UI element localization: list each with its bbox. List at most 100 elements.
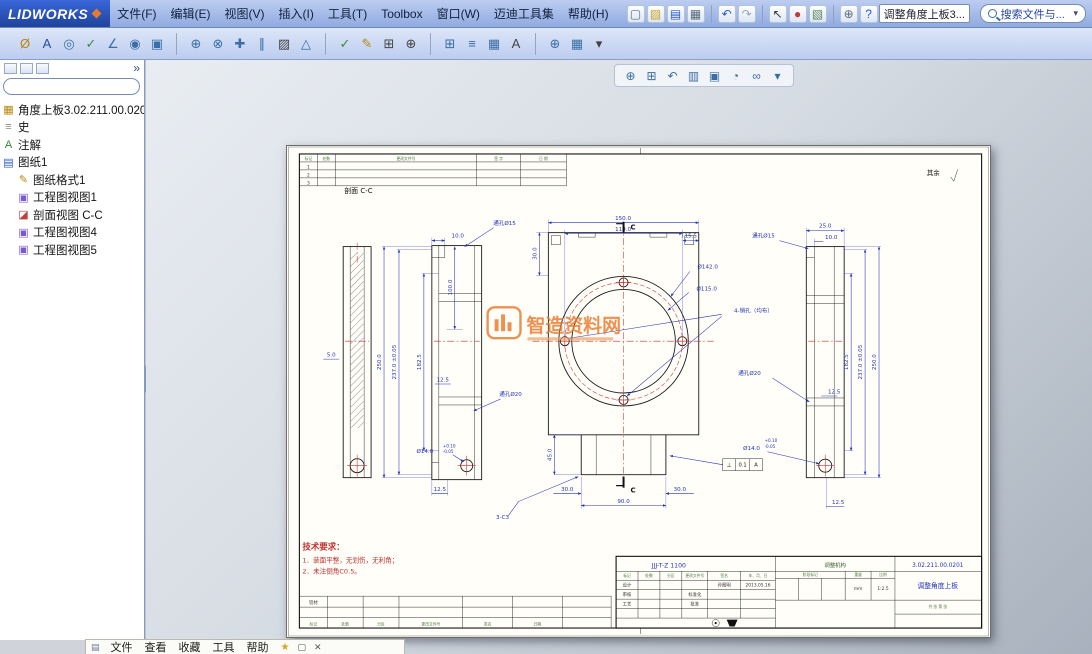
tree-item-section-view-cc[interactable]: ◪ 剖面视图 C-C xyxy=(0,206,144,224)
toolbar-icon[interactable] xyxy=(176,33,177,55)
previous-view-icon[interactable]: ↶ xyxy=(663,66,682,85)
view-orientation-icon[interactable]: ▣ xyxy=(705,66,724,85)
tree-item-annotations[interactable]: A 注解 xyxy=(0,136,144,154)
print-icon[interactable]: ▦ xyxy=(687,5,705,23)
section-label: 剖面 C-C xyxy=(344,186,373,195)
zoom-in-out-icon[interactable]: ⊕ xyxy=(401,34,421,54)
toolbar-icon[interactable] xyxy=(430,33,431,55)
drawing-sheet[interactable]: 标记 处数 更改文件号 签 字 日 期 1 2 3 剖面 C-C 其余 xyxy=(286,145,991,638)
zoom-to-area-icon[interactable]: ⊞ xyxy=(379,34,399,54)
undo-icon[interactable]: ↶ xyxy=(718,5,736,23)
document-combo[interactable]: 调整角度上板3... ▾ xyxy=(879,4,970,23)
redo-icon[interactable]: ↷ xyxy=(738,5,756,23)
toolbar-icon[interactable] xyxy=(535,33,536,55)
centerline-icon[interactable]: ∥ xyxy=(252,34,272,54)
property-tab-icon[interactable] xyxy=(20,63,33,74)
bom-table-icon[interactable]: ≡ xyxy=(462,34,482,54)
svg-text:+0.10: +0.10 xyxy=(764,438,777,443)
balloon-icon[interactable]: ◎ xyxy=(59,34,79,54)
menu-item[interactable]: 文件(F) xyxy=(110,2,163,25)
tree-item-sheet[interactable]: ▤ 图纸1 xyxy=(0,154,144,172)
menu-item[interactable]: 插入(I) xyxy=(272,2,321,25)
tree-item-history[interactable]: ≡ 史 xyxy=(0,119,144,137)
config-tab-icon[interactable] xyxy=(36,63,49,74)
svg-text:+0.10: +0.10 xyxy=(443,443,456,448)
engineering-drawing[interactable]: 标记 处数 更改文件号 签 字 日 期 1 2 3 剖面 C-C 其余 xyxy=(287,146,990,637)
new-document-icon[interactable]: ▢ xyxy=(627,5,645,23)
menu-item[interactable]: 编辑(E) xyxy=(164,2,218,25)
center-mark-icon[interactable]: ✚ xyxy=(230,34,250,54)
toolbar-icon[interactable] xyxy=(711,5,712,23)
open-icon[interactable]: ▨ xyxy=(647,5,665,23)
tree-item-drawing-view5[interactable]: ▣ 工程图视图5 xyxy=(0,241,144,259)
note-icon[interactable]: A xyxy=(37,34,57,54)
svg-text:12.5: 12.5 xyxy=(828,389,841,395)
datum-feature-icon[interactable]: ▣ xyxy=(147,34,167,54)
surface-finish-icon[interactable]: ✓ xyxy=(81,34,101,54)
search-box[interactable]: 搜索文件与... ▾ xyxy=(980,4,1086,23)
smart-dimension-icon[interactable]: Ø xyxy=(15,34,35,54)
zoom-area-icon[interactable]: ⊞ xyxy=(642,66,661,85)
svg-text:分区: 分区 xyxy=(667,573,675,578)
save-icon[interactable]: ▤ xyxy=(667,5,685,23)
svg-text:处数: 处数 xyxy=(341,622,349,627)
menu-item[interactable]: 帮助(H) xyxy=(561,2,616,25)
geometric-tolerance-icon[interactable]: ⊕ xyxy=(186,34,206,54)
expand-panel-button[interactable]: » xyxy=(133,62,140,74)
file-properties-icon[interactable]: ▧ xyxy=(809,5,827,23)
tree-item-sheet-format[interactable]: ✎ 图纸格式1 xyxy=(0,171,144,189)
close-button[interactable]: ✕ xyxy=(314,642,322,653)
menu-item[interactable]: 工具(T) xyxy=(321,2,374,25)
weld-symbol-icon[interactable]: ∠ xyxy=(103,34,123,54)
menu-item[interactable]: 迈迪工具集 xyxy=(487,2,561,25)
tables-icon[interactable]: ⊞ xyxy=(440,34,460,54)
tree-item-label: 剖面视图 C-C xyxy=(33,207,103,223)
bottom-menu-item[interactable]: 查看 xyxy=(139,639,173,654)
options-icon[interactable]: ⊕ xyxy=(840,5,858,23)
hide-show-items-icon[interactable]: ∞ xyxy=(747,66,766,85)
maximize-button[interactable]: ▢ xyxy=(297,642,306,653)
framed-text-icon[interactable]: A xyxy=(506,34,526,54)
revision-symbol-icon[interactable]: △ xyxy=(296,34,316,54)
datum-target-icon[interactable]: ⊗ xyxy=(208,34,228,54)
menu-item[interactable]: 窗口(W) xyxy=(430,2,487,25)
spell-checker-icon[interactable]: ✓ xyxy=(335,34,355,54)
svg-text:孙图明: 孙图明 xyxy=(718,582,732,589)
tree-item-drawing-view1[interactable]: ▣ 工程图视图1 xyxy=(0,189,144,207)
toolbar-icon[interactable] xyxy=(762,5,763,23)
block-icon[interactable]: ▦ xyxy=(484,34,504,54)
toolbar-icon[interactable] xyxy=(325,33,326,55)
grid-dropdown-icon[interactable]: ▾ xyxy=(589,34,609,54)
bottom-menu-item[interactable]: 帮助 xyxy=(241,639,275,654)
svg-text:通孔Ø15: 通孔Ø15 xyxy=(752,232,775,240)
bottom-menu-item[interactable]: 工具 xyxy=(207,639,241,654)
feature-tab-icon[interactable] xyxy=(4,63,17,74)
section-view-icon[interactable]: ▥ xyxy=(684,66,703,85)
bottom-menu-item[interactable]: 收藏 xyxy=(173,639,207,654)
display-style-icon[interactable]: ◔ xyxy=(726,66,745,85)
grid-icon[interactable]: ▦ xyxy=(567,34,587,54)
area-hatch-icon[interactable]: ▨ xyxy=(274,34,294,54)
tree-item-drawing-view4[interactable]: ▣ 工程图视图4 xyxy=(0,224,144,242)
toolbar-icon[interactable] xyxy=(833,5,834,23)
zoom-fit-icon[interactable]: ⊕ xyxy=(621,66,640,85)
svg-text:更改文件号: 更改文件号 xyxy=(397,156,416,161)
help-icon[interactable]: ? xyxy=(860,5,878,23)
view-settings-icon[interactable]: ▾ xyxy=(768,66,787,85)
menu-item[interactable]: 视图(V) xyxy=(218,2,272,25)
tree-item-drawing-root[interactable]: ▦ 角度上板3.02.211.00.0200 xyxy=(0,101,144,119)
tree-filter-box[interactable] xyxy=(3,78,140,95)
drawing-canvas[interactable]: ⊕⊞↶▥▣◔∞▾ xyxy=(146,60,1092,654)
hole-callout-icon[interactable]: ◉ xyxy=(125,34,145,54)
svg-text:Ø14.0: Ø14.0 xyxy=(416,448,433,455)
format-painter-icon[interactable]: ✎ xyxy=(357,34,377,54)
tree-item-label: 角度上板3.02.211.00.0200 xyxy=(18,102,144,118)
panel-header: » xyxy=(0,60,144,76)
menu-item[interactable]: Toolbox xyxy=(374,4,429,24)
crosshair-icon[interactable]: ⊕ xyxy=(545,34,565,54)
select-arrow-icon[interactable]: ↖ xyxy=(769,5,787,23)
svg-text:4-销孔（均布）: 4-销孔（均布） xyxy=(734,306,773,314)
bottom-menu-item[interactable]: 文件 xyxy=(105,639,139,654)
rebuild-icon[interactable]: ● xyxy=(789,5,807,23)
svg-text:通孔Ø20: 通孔Ø20 xyxy=(738,369,761,377)
